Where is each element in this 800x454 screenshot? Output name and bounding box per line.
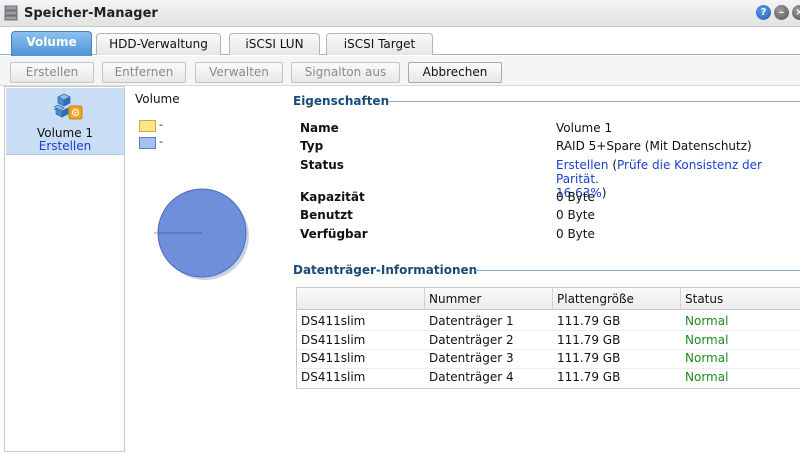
- legend-label-used: -: [159, 118, 163, 131]
- window-title: Speicher-Manager: [24, 6, 158, 21]
- column-header-device[interactable]: [297, 288, 425, 310]
- manage-button[interactable]: Verwalten: [195, 62, 283, 83]
- cell-status: Normal: [685, 351, 729, 365]
- volume-details: Eigenschaften Name Volume 1 Typ RAID 5+S…: [281, 86, 800, 452]
- status-creating-link[interactable]: Erstellen: [556, 158, 609, 172]
- cell-size: 111.79 GB: [557, 351, 621, 365]
- column-header-status[interactable]: Status: [681, 288, 800, 310]
- volume-list: Volume 1 Erstellen: [4, 86, 125, 452]
- prop-label-name: Name: [300, 121, 339, 135]
- status-close-paren: ): [601, 186, 607, 200]
- remove-button[interactable]: Entfernen: [102, 62, 186, 83]
- disk-table: Nummer Plattengröße Status DS411slim Dat…: [296, 287, 800, 389]
- beep-off-button[interactable]: Signalton aus: [291, 62, 400, 83]
- legend-swatch-free: [139, 137, 156, 149]
- cell-number: Datenträger 1: [429, 314, 514, 328]
- tab-iscsi-target[interactable]: iSCSI Target: [326, 33, 433, 55]
- disk-info-section-title: Datenträger-Informationen: [293, 263, 478, 277]
- cell-number: Datenträger 2: [429, 333, 514, 347]
- volume-status: Erstellen: [38, 139, 92, 153]
- prop-label-used: Benutzt: [300, 208, 353, 222]
- prop-value-used: 0 Byte: [556, 208, 595, 222]
- prop-value-capacity: 0 Byte: [556, 190, 595, 204]
- prop-label-capacity: Kapazität: [300, 190, 365, 204]
- chart-title: Volume: [135, 92, 180, 106]
- cell-number: Datenträger 4: [429, 370, 514, 384]
- prop-value-type: RAID 5+Spare (Mit Datenschutz): [556, 139, 752, 153]
- volume-list-item[interactable]: Volume 1 Erstellen: [6, 88, 124, 155]
- status-open-paren: (: [608, 158, 618, 172]
- properties-divider: [389, 101, 800, 102]
- prop-label-type: Typ: [300, 139, 324, 153]
- prop-label-available: Verfügbar: [300, 227, 368, 241]
- row-divider: [297, 330, 800, 331]
- tab-volume[interactable]: Volume: [11, 31, 92, 56]
- cell-status: Normal: [685, 333, 729, 347]
- column-header-number[interactable]: Nummer: [425, 288, 553, 310]
- tab-bar: Volume HDD-Verwaltung iSCSI LUN iSCSI Ta…: [0, 27, 800, 56]
- properties-section-title: Eigenschaften: [293, 94, 390, 108]
- cell-size: 111.79 GB: [557, 370, 621, 384]
- cell-device: DS411slim: [301, 314, 366, 328]
- pie-chart: [154, 188, 249, 280]
- volume-usage-chart: Volume - -: [128, 86, 280, 452]
- close-icon[interactable]: ×: [792, 5, 800, 20]
- legend-label-free: -: [159, 135, 163, 148]
- cell-status: Normal: [685, 314, 729, 328]
- volume-name: Volume 1: [36, 126, 94, 140]
- row-divider: [297, 368, 800, 369]
- title-bar: Speicher-Manager ? – ×: [0, 0, 800, 27]
- tab-hdd-verwaltung[interactable]: HDD-Verwaltung: [96, 33, 221, 55]
- cell-size: 111.79 GB: [557, 314, 621, 328]
- prop-label-status: Status: [300, 158, 344, 172]
- storage-manager-icon: [4, 5, 18, 21]
- minimize-icon[interactable]: –: [774, 5, 789, 20]
- toolbar: Erstellen Entfernen Verwalten Signalton …: [0, 56, 800, 86]
- volume-cubes-icon: [54, 93, 83, 120]
- help-icon[interactable]: ?: [756, 5, 771, 20]
- tab-iscsi-lun[interactable]: iSCSI LUN: [229, 33, 320, 55]
- cell-device: DS411slim: [301, 351, 366, 365]
- cell-device: DS411slim: [301, 333, 366, 347]
- cell-status: Normal: [685, 370, 729, 384]
- create-button[interactable]: Erstellen: [10, 62, 94, 83]
- cell-size: 111.79 GB: [557, 333, 621, 347]
- cancel-button[interactable]: Abbrechen: [408, 62, 502, 83]
- prop-value-name: Volume 1: [556, 121, 613, 135]
- column-header-size[interactable]: Plattengröße: [553, 288, 681, 310]
- disk-info-divider: [475, 270, 800, 271]
- legend-swatch-used: [139, 120, 156, 132]
- cell-number: Datenträger 3: [429, 351, 514, 365]
- row-divider: [297, 349, 800, 350]
- cell-device: DS411slim: [301, 370, 366, 384]
- prop-value-available: 0 Byte: [556, 227, 595, 241]
